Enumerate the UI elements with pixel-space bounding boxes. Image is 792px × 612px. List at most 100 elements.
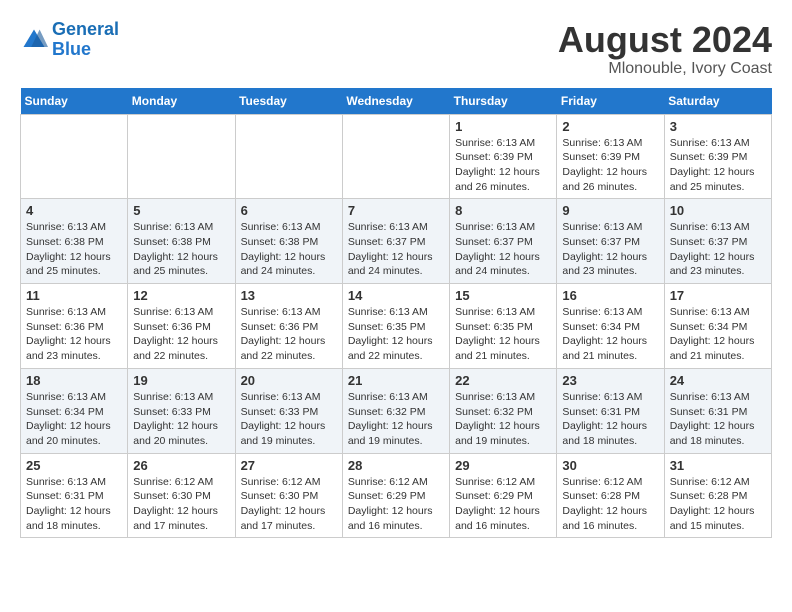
page-header: General Blue August 2024 Mlonouble, Ivor… bbox=[20, 20, 772, 78]
calendar-body: 1Sunrise: 6:13 AM Sunset: 6:39 PM Daylig… bbox=[21, 114, 772, 538]
day-detail: Sunrise: 6:13 AM Sunset: 6:38 PM Dayligh… bbox=[26, 220, 122, 279]
calendar-table: SundayMondayTuesdayWednesdayThursdayFrid… bbox=[20, 88, 772, 539]
day-number: 11 bbox=[26, 288, 122, 303]
calendar-cell: 21Sunrise: 6:13 AM Sunset: 6:32 PM Dayli… bbox=[342, 368, 449, 453]
day-detail: Sunrise: 6:13 AM Sunset: 6:35 PM Dayligh… bbox=[348, 305, 444, 364]
header-row: SundayMondayTuesdayWednesdayThursdayFrid… bbox=[21, 88, 772, 115]
day-detail: Sunrise: 6:13 AM Sunset: 6:35 PM Dayligh… bbox=[455, 305, 551, 364]
day-number: 15 bbox=[455, 288, 551, 303]
calendar-cell: 26 Sunrise: 6:12 AM Sunset: 6:30 PM Dayli… bbox=[128, 453, 235, 538]
day-number: 22 bbox=[455, 373, 551, 388]
day-detail: Sunrise: 6:13 AM Sunset: 6:31 PM Dayligh… bbox=[670, 390, 766, 449]
day-detail: Sunrise: 6:13 AM Sunset: 6:39 PM Dayligh… bbox=[562, 136, 658, 195]
header-cell-wednesday: Wednesday bbox=[342, 88, 449, 115]
day-detail: Sunrise: 6:12 AM Sunset: 6:29 PM Dayligh… bbox=[455, 475, 551, 534]
calendar-cell: 15 Sunrise: 6:13 AM Sunset: 6:35 PM Dayli… bbox=[450, 284, 557, 369]
day-detail: Sunrise: 6:13 AM Sunset: 6:39 PM Dayligh… bbox=[455, 136, 551, 195]
title-area: August 2024 Mlonouble, Ivory Coast bbox=[558, 20, 772, 78]
day-detail: Sunrise: 6:13 AM Sunset: 6:36 PM Dayligh… bbox=[241, 305, 337, 364]
day-number: 19 bbox=[133, 373, 229, 388]
day-number: 8 bbox=[455, 203, 551, 218]
day-number: 23 bbox=[562, 373, 658, 388]
day-detail: Sunrise: 6:12 AM Sunset: 6:28 PM Dayligh… bbox=[562, 475, 658, 534]
calendar-cell: 9 Sunrise: 6:13 AM Sunset: 6:37 PM Daylig… bbox=[557, 199, 664, 284]
calendar-cell bbox=[342, 114, 449, 199]
calendar-cell: 7 Sunrise: 6:13 AM Sunset: 6:37 PM Daylig… bbox=[342, 199, 449, 284]
day-detail: Sunrise: 6:13 AM Sunset: 6:34 PM Dayligh… bbox=[562, 305, 658, 364]
calendar-cell bbox=[235, 114, 342, 199]
calendar-cell: 14Sunrise: 6:13 AM Sunset: 6:35 PM Dayli… bbox=[342, 284, 449, 369]
day-detail: Sunrise: 6:13 AM Sunset: 6:31 PM Dayligh… bbox=[562, 390, 658, 449]
day-number: 18 bbox=[26, 373, 122, 388]
logo-text: General Blue bbox=[52, 20, 119, 60]
day-detail: Sunrise: 6:12 AM Sunset: 6:30 PM Dayligh… bbox=[133, 475, 229, 534]
header-cell-monday: Monday bbox=[128, 88, 235, 115]
header-cell-saturday: Saturday bbox=[664, 88, 771, 115]
calendar-cell: 11 Sunrise: 6:13 AM Sunset: 6:36 PM Dayli… bbox=[21, 284, 128, 369]
day-number: 16 bbox=[562, 288, 658, 303]
day-detail: Sunrise: 6:12 AM Sunset: 6:28 PM Dayligh… bbox=[670, 475, 766, 534]
day-detail: Sunrise: 6:13 AM Sunset: 6:32 PM Dayligh… bbox=[348, 390, 444, 449]
day-number: 26 bbox=[133, 458, 229, 473]
header-cell-sunday: Sunday bbox=[21, 88, 128, 115]
calendar-cell: 31 Sunrise: 6:12 AM Sunset: 6:28 PM Dayli… bbox=[664, 453, 771, 538]
calendar-cell: 17 Sunrise: 6:13 AM Sunset: 6:34 PM Dayli… bbox=[664, 284, 771, 369]
logo: General Blue bbox=[20, 20, 119, 60]
header-cell-tuesday: Tuesday bbox=[235, 88, 342, 115]
day-number: 27 bbox=[241, 458, 337, 473]
day-number: 10 bbox=[670, 203, 766, 218]
day-number: 13 bbox=[241, 288, 337, 303]
calendar-week-2: 4 Sunrise: 6:13 AM Sunset: 6:38 PM Daylig… bbox=[21, 199, 772, 284]
day-detail: Sunrise: 6:13 AM Sunset: 6:36 PM Dayligh… bbox=[133, 305, 229, 364]
calendar-cell: 18 Sunrise: 6:13 AM Sunset: 6:34 PM Dayli… bbox=[21, 368, 128, 453]
main-title: August 2024 bbox=[558, 20, 772, 60]
day-number: 3 bbox=[670, 119, 766, 134]
day-detail: Sunrise: 6:13 AM Sunset: 6:34 PM Dayligh… bbox=[26, 390, 122, 449]
day-detail: Sunrise: 6:13 AM Sunset: 6:37 PM Dayligh… bbox=[348, 220, 444, 279]
calendar-cell: 16 Sunrise: 6:13 AM Sunset: 6:34 PM Dayli… bbox=[557, 284, 664, 369]
day-detail: Sunrise: 6:13 AM Sunset: 6:36 PM Dayligh… bbox=[26, 305, 122, 364]
day-number: 7 bbox=[348, 203, 444, 218]
day-number: 28 bbox=[348, 458, 444, 473]
calendar-cell: 23 Sunrise: 6:13 AM Sunset: 6:31 PM Dayli… bbox=[557, 368, 664, 453]
logo-line1: General bbox=[52, 19, 119, 39]
day-detail: Sunrise: 6:13 AM Sunset: 6:33 PM Dayligh… bbox=[133, 390, 229, 449]
calendar-cell: 13 Sunrise: 6:13 AM Sunset: 6:36 PM Dayli… bbox=[235, 284, 342, 369]
calendar-cell: 4 Sunrise: 6:13 AM Sunset: 6:38 PM Daylig… bbox=[21, 199, 128, 284]
calendar-week-4: 18 Sunrise: 6:13 AM Sunset: 6:34 PM Dayli… bbox=[21, 368, 772, 453]
calendar-week-1: 1Sunrise: 6:13 AM Sunset: 6:39 PM Daylig… bbox=[21, 114, 772, 199]
calendar-cell: 10 Sunrise: 6:13 AM Sunset: 6:37 PM Dayli… bbox=[664, 199, 771, 284]
calendar-cell: 22Sunrise: 6:13 AM Sunset: 6:32 PM Dayli… bbox=[450, 368, 557, 453]
day-detail: Sunrise: 6:13 AM Sunset: 6:37 PM Dayligh… bbox=[455, 220, 551, 279]
day-number: 17 bbox=[670, 288, 766, 303]
day-number: 25 bbox=[26, 458, 122, 473]
header-cell-friday: Friday bbox=[557, 88, 664, 115]
calendar-cell: 8 Sunrise: 6:13 AM Sunset: 6:37 PM Daylig… bbox=[450, 199, 557, 284]
day-detail: Sunrise: 6:12 AM Sunset: 6:29 PM Dayligh… bbox=[348, 475, 444, 534]
calendar-cell: 1Sunrise: 6:13 AM Sunset: 6:39 PM Daylig… bbox=[450, 114, 557, 199]
day-detail: Sunrise: 6:13 AM Sunset: 6:39 PM Dayligh… bbox=[670, 136, 766, 195]
day-number: 29 bbox=[455, 458, 551, 473]
day-detail: Sunrise: 6:12 AM Sunset: 6:30 PM Dayligh… bbox=[241, 475, 337, 534]
calendar-cell: 28 Sunrise: 6:12 AM Sunset: 6:29 PM Dayli… bbox=[342, 453, 449, 538]
day-detail: Sunrise: 6:13 AM Sunset: 6:34 PM Dayligh… bbox=[670, 305, 766, 364]
day-detail: Sunrise: 6:13 AM Sunset: 6:33 PM Dayligh… bbox=[241, 390, 337, 449]
calendar-week-3: 11 Sunrise: 6:13 AM Sunset: 6:36 PM Dayli… bbox=[21, 284, 772, 369]
calendar-cell: 5Sunrise: 6:13 AM Sunset: 6:38 PM Daylig… bbox=[128, 199, 235, 284]
day-detail: Sunrise: 6:13 AM Sunset: 6:38 PM Dayligh… bbox=[241, 220, 337, 279]
day-detail: Sunrise: 6:13 AM Sunset: 6:37 PM Dayligh… bbox=[562, 220, 658, 279]
calendar-cell: 20Sunrise: 6:13 AM Sunset: 6:33 PM Dayli… bbox=[235, 368, 342, 453]
day-number: 31 bbox=[670, 458, 766, 473]
day-number: 6 bbox=[241, 203, 337, 218]
day-number: 4 bbox=[26, 203, 122, 218]
logo-icon bbox=[20, 26, 48, 54]
calendar-cell: 27 Sunrise: 6:12 AM Sunset: 6:30 PM Dayli… bbox=[235, 453, 342, 538]
calendar-cell: 12 Sunrise: 6:13 AM Sunset: 6:36 PM Dayli… bbox=[128, 284, 235, 369]
calendar-cell bbox=[21, 114, 128, 199]
calendar-cell: 25Sunrise: 6:13 AM Sunset: 6:31 PM Dayli… bbox=[21, 453, 128, 538]
calendar-cell: 6 Sunrise: 6:13 AM Sunset: 6:38 PM Daylig… bbox=[235, 199, 342, 284]
day-number: 9 bbox=[562, 203, 658, 218]
day-detail: Sunrise: 6:13 AM Sunset: 6:37 PM Dayligh… bbox=[670, 220, 766, 279]
day-number: 12 bbox=[133, 288, 229, 303]
calendar-cell: 29 Sunrise: 6:12 AM Sunset: 6:29 PM Dayli… bbox=[450, 453, 557, 538]
